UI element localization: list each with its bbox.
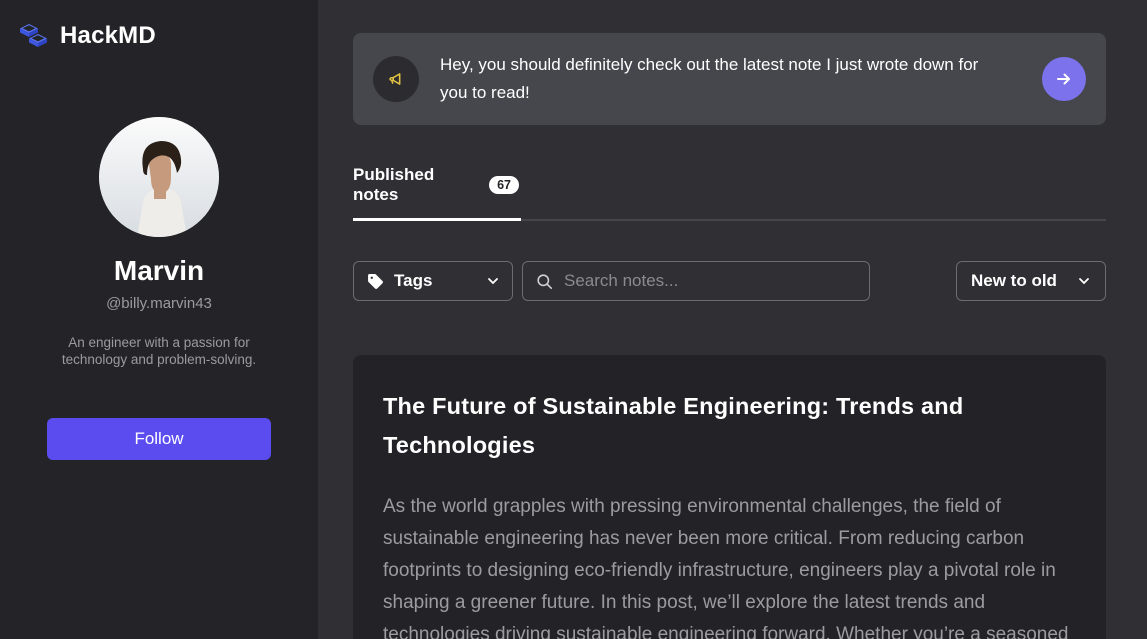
arrow-right-button[interactable] xyxy=(1042,57,1086,101)
profile-name: Marvin xyxy=(114,255,204,287)
follow-button[interactable]: Follow xyxy=(47,418,271,460)
hackmd-logo[interactable]: HackMD xyxy=(0,0,156,52)
announcement-banner: Hey, you should definitely check out the… xyxy=(353,33,1106,125)
chevron-down-icon xyxy=(1077,274,1091,288)
profile-sidebar: HackMD Marvin @billy.marvin43 An enginee… xyxy=(0,0,318,639)
announcement-message: Hey, you should definitely check out the… xyxy=(440,51,1000,107)
published-notes-count-badge: 67 xyxy=(489,176,519,194)
note-title: The Future of Sustainable Engineering: T… xyxy=(383,387,1003,465)
tag-icon xyxy=(366,272,385,291)
main-content: Hey, you should definitely check out the… xyxy=(318,0,1147,639)
arrow-right-icon xyxy=(1054,69,1074,89)
sort-dropdown[interactable]: New to old xyxy=(956,261,1106,301)
search-icon xyxy=(535,272,554,291)
search-notes-input[interactable] xyxy=(564,271,857,291)
tags-dropdown-label: Tags xyxy=(394,271,432,291)
tags-dropdown[interactable]: Tags xyxy=(353,261,513,301)
notes-tab-bar: Published notes 67 xyxy=(353,155,1106,221)
brand-name: HackMD xyxy=(60,22,156,50)
tab-published-notes[interactable]: Published notes 67 xyxy=(353,155,521,219)
sort-dropdown-label: New to old xyxy=(971,271,1057,291)
hackmd-logo-icon xyxy=(16,20,52,52)
chevron-down-icon xyxy=(486,274,500,288)
megaphone-icon xyxy=(373,56,419,102)
filter-row: Tags New to old xyxy=(353,261,1106,301)
search-notes-box xyxy=(522,261,870,301)
profile-avatar xyxy=(99,117,219,237)
profile-bio: An engineer with a passion for technolog… xyxy=(44,334,274,368)
profile-handle: @billy.marvin43 xyxy=(106,295,212,312)
note-excerpt: As the world grapples with pressing envi… xyxy=(383,491,1071,639)
tab-published-notes-label: Published notes xyxy=(353,165,481,205)
note-card[interactable]: The Future of Sustainable Engineering: T… xyxy=(353,355,1106,639)
